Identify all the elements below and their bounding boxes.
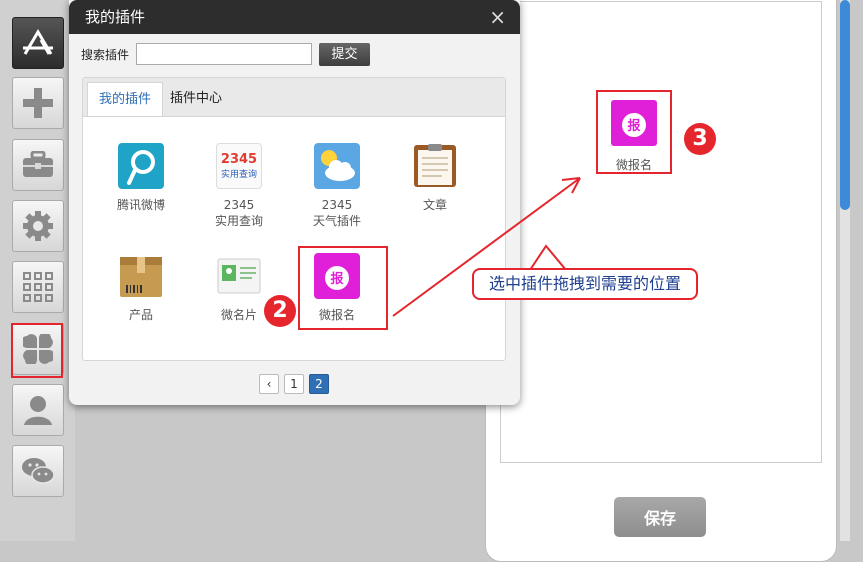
sidebar-wechat-button[interactable]	[12, 445, 64, 497]
plugin-name: 2345 天气插件	[312, 198, 361, 228]
plugin-clover-icon	[23, 334, 53, 364]
weather-icon	[314, 143, 360, 189]
registration-icon: 报	[314, 253, 360, 299]
tab-plugin-center[interactable]: 插件中心	[163, 82, 229, 116]
plus-icon	[23, 88, 53, 118]
sidebar-user-button[interactable]	[12, 384, 64, 436]
placed-plugin-label: 微报名	[615, 158, 652, 172]
pager-page-1[interactable]: 1	[284, 374, 304, 394]
plugin-item-product[interactable]: 产品	[98, 253, 184, 323]
save-button[interactable]: 保存	[614, 497, 706, 537]
scrollbar-thumb[interactable]	[840, 0, 850, 210]
sidebar-grid-button[interactable]	[12, 261, 64, 313]
plugin-name: 腾讯微博	[116, 198, 165, 212]
sidebar-plugin-button[interactable]	[12, 323, 64, 375]
registration-icon: 报	[611, 100, 657, 146]
tencent-weibo-icon	[118, 143, 164, 189]
instruction-callout: 选中插件拖拽到需要的位置	[472, 268, 698, 300]
plugin-name: 产品	[128, 308, 153, 322]
pager-prev-button[interactable]: ‹	[259, 374, 279, 394]
editor-canvas[interactable]	[500, 1, 822, 463]
plugin-name: 2345 实用查询	[214, 198, 263, 228]
dialog-title: 我的插件	[69, 0, 520, 34]
plugin-item-registration[interactable]: 报 微报名	[294, 253, 380, 323]
business-card-icon	[216, 253, 262, 299]
pager-page-2[interactable]: 2	[309, 374, 329, 394]
registration-icon-text: 报	[627, 119, 641, 134]
svg-text:实用查询: 实用查询	[221, 168, 257, 180]
step-badge-3: 3	[684, 123, 716, 155]
svg-text:报: 报	[330, 272, 344, 287]
sidebar-add-button[interactable]	[12, 77, 64, 129]
product-box-icon	[118, 253, 164, 299]
tab-my-plugins[interactable]: 我的插件	[87, 82, 163, 116]
plugin-name: 微报名	[318, 308, 355, 322]
step-badge-2: 2	[264, 295, 296, 327]
submit-button[interactable]: 提交	[319, 43, 370, 66]
close-icon[interactable]: ×	[489, 0, 506, 34]
placed-registration-plugin[interactable]: 报 微报名	[596, 90, 672, 174]
sidebar-toolbox-button[interactable]	[12, 139, 64, 191]
wechat-icon	[22, 458, 55, 484]
article-clipboard-icon	[412, 143, 458, 189]
plugin-item-weather[interactable]: 2345 天气插件	[294, 143, 380, 229]
app-store-icon	[23, 29, 53, 55]
grid-icon	[23, 272, 53, 302]
search-input[interactable]	[136, 43, 312, 65]
plugin-item-2345-query[interactable]: 2345 实用查询 2345 实用查询	[196, 143, 282, 229]
my-plugins-dialog: 我的插件 × 搜索插件 提交 我的插件 插件中心 腾讯微博 2345 实用查询 …	[69, 0, 520, 405]
sidebar-settings-button[interactable]	[12, 200, 64, 252]
gear-icon	[23, 211, 53, 241]
tab-bar: 我的插件 插件中心	[83, 78, 505, 117]
plugin-item-tencent-weibo[interactable]: 腾讯微博	[98, 143, 184, 213]
left-sidebar	[0, 0, 75, 541]
2345-query-icon: 2345 实用查询	[216, 143, 262, 189]
svg-text:2345: 2345	[221, 152, 257, 167]
plugin-item-article[interactable]: 文章	[392, 143, 478, 213]
search-label: 搜索插件	[81, 48, 130, 62]
user-icon	[24, 396, 52, 425]
plugin-name: 文章	[422, 198, 447, 212]
toolbox-icon	[23, 151, 53, 177]
sidebar-app-store-button[interactable]	[12, 17, 64, 69]
